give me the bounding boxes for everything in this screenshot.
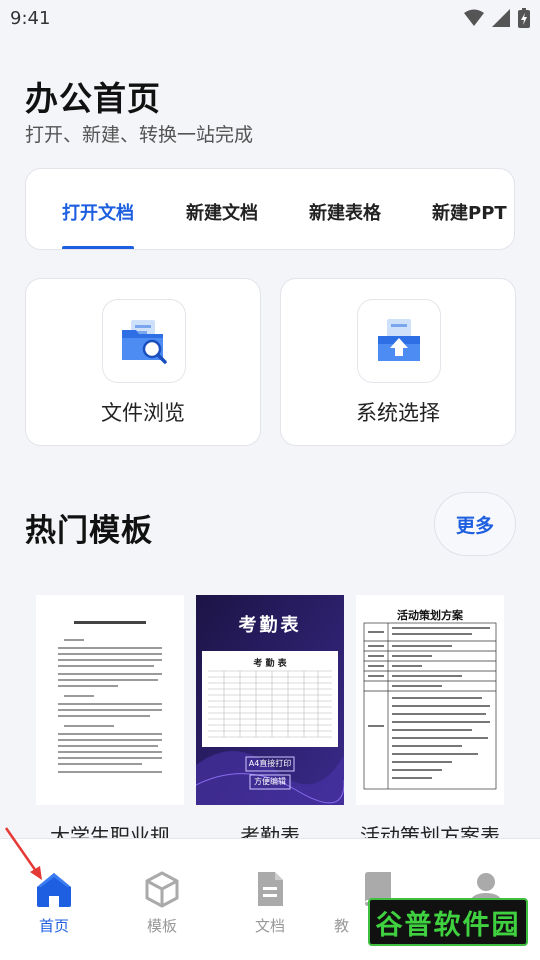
battery-icon [518, 8, 530, 28]
cube-icon [145, 871, 179, 908]
tab-new-doc[interactable]: 新建文档 [186, 199, 258, 225]
nav-templates-label: 模板 [146, 917, 177, 935]
tab-new-sheet[interactable]: 新建表格 [309, 199, 381, 225]
status-icons [464, 8, 530, 28]
templates-title: 热门模板 [25, 513, 153, 549]
system-select-label: 系统选择 [356, 401, 440, 425]
watermark-logo: 谷普软件园 [368, 898, 528, 946]
nav-learn-label: 教 [334, 917, 350, 935]
attendance-thumb-sheet-title: 考 勤 表 [253, 659, 287, 669]
watermark-text: 谷普软件园 [375, 909, 521, 941]
system-select-card[interactable]: 系统选择 [280, 278, 516, 446]
page-subtitle: 打开、新建、转换一站完成 [25, 124, 254, 146]
nav-templates[interactable]: 模板 [122, 869, 202, 936]
event-plan-thumb-title: 活动策划方案 [397, 609, 463, 622]
nav-documents-label: 文档 [254, 917, 285, 935]
file-upload-icon [357, 299, 441, 383]
status-time: 9:41 [10, 8, 51, 29]
status-bar: 9:41 [0, 0, 540, 38]
wifi-icon [464, 9, 484, 26]
attendance-thumb-tag2: 方便编辑 [254, 777, 286, 786]
nav-home-label: 首页 [38, 917, 69, 935]
file-browse-card[interactable]: 文件浏览 [25, 278, 261, 446]
doc-tabs: 打开文档 新建文档 新建表格 新建PPT [25, 168, 515, 250]
tab-active-indicator [62, 246, 134, 249]
template-thumb-career[interactable] [36, 595, 184, 805]
signal-icon [492, 9, 510, 27]
attendance-thumb-tag1: A4直接打印 [248, 759, 292, 768]
page-title: 办公首页 [25, 79, 161, 118]
more-button[interactable]: 更多 [434, 492, 516, 556]
attendance-thumb-title: 考勤表 [238, 615, 302, 636]
annotation-arrow-icon [4, 827, 42, 880]
tab-new-ppt[interactable]: 新建PPT [432, 199, 507, 225]
tab-open-doc[interactable]: 打开文档 [62, 199, 134, 225]
nav-documents[interactable]: 文档 [230, 869, 310, 936]
template-thumb-event-plan[interactable]: 活动策划方案 [356, 595, 504, 805]
file-browse-label: 文件浏览 [101, 401, 185, 425]
folder-search-icon [102, 299, 186, 383]
document-icon [258, 872, 283, 906]
template-thumb-attendance[interactable]: 考勤表 考 勤 表 A4直接打印 方便编辑 [196, 595, 344, 805]
